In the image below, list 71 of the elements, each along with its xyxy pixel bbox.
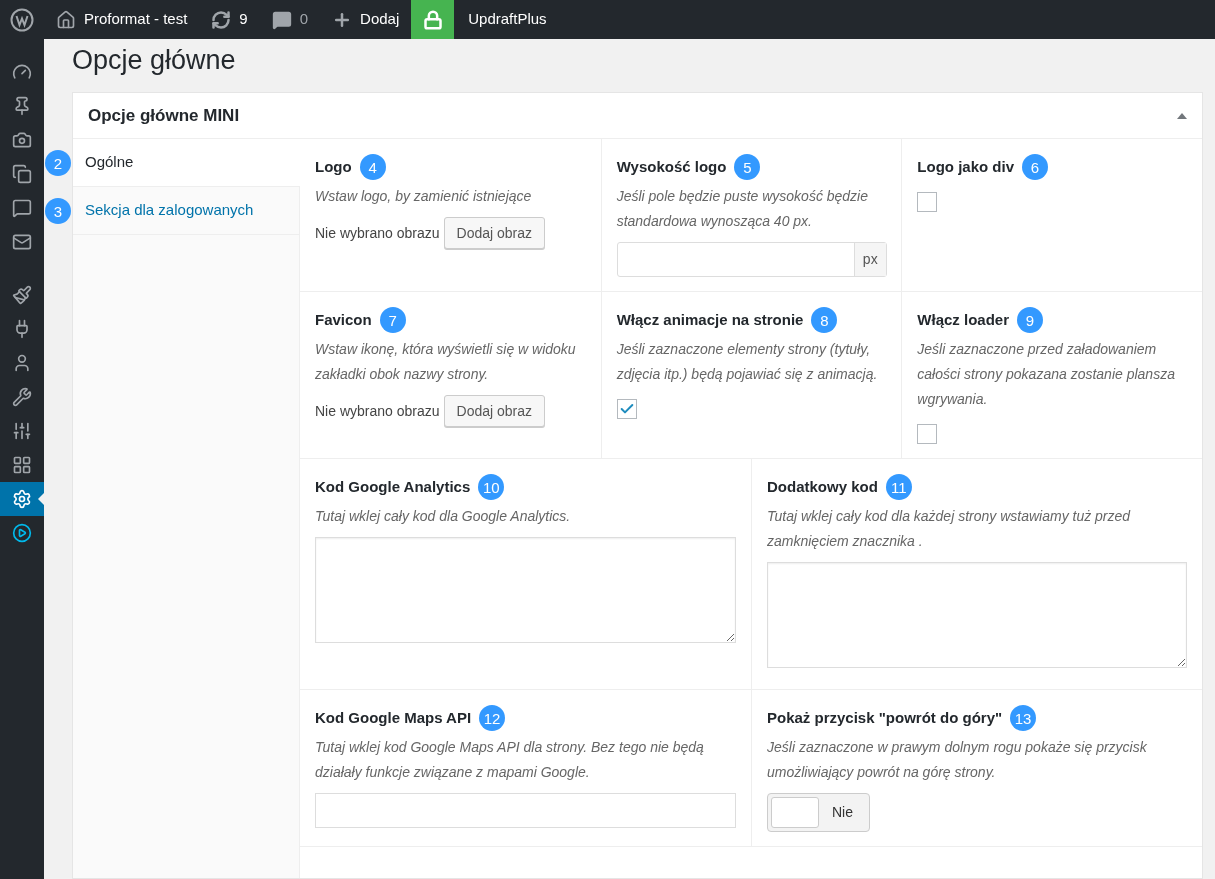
wordpress-logo-icon[interactable] bbox=[10, 7, 34, 32]
field-description: Tutaj wklej cały kod dla każdej strony wstawiamy tuż przed zamknięciem znacznika . bbox=[767, 507, 1132, 551]
field-label: Logo jako div bbox=[917, 156, 1014, 177]
plugin-link[interactable]: UpdraftPlus bbox=[454, 8, 561, 31]
camera-icon bbox=[12, 130, 32, 150]
upload-status: Nie wybrano obrazu bbox=[315, 223, 440, 243]
field-description: Wstaw logo, by zamienić istniejące bbox=[315, 187, 533, 206]
lock-button[interactable] bbox=[411, 0, 455, 39]
field-description: Wstaw ikonę, która wyświetli się w widoku zakładki obok nazwy strony. bbox=[315, 340, 577, 384]
number-badge: 3 bbox=[45, 198, 71, 224]
number-badge: 6 bbox=[1022, 154, 1048, 180]
pages-icon bbox=[12, 164, 32, 184]
home-icon bbox=[56, 9, 76, 30]
number-badge: 12 bbox=[479, 705, 506, 731]
new-link[interactable]: Dodaj bbox=[360, 8, 400, 31]
add-image-button[interactable]: Dodaj obraz bbox=[443, 395, 545, 427]
number-badge: 8 bbox=[811, 307, 838, 333]
updates-icon bbox=[211, 9, 232, 30]
number-badge: 9 bbox=[1017, 307, 1044, 333]
comments-count[interactable]: 0 bbox=[299, 8, 309, 31]
comment-icon bbox=[12, 198, 32, 218]
number-badge: 7 bbox=[379, 307, 406, 333]
add-image-button[interactable]: Dodaj obraz bbox=[443, 217, 545, 249]
field-description: Jeśli pole będzie puste wysokość będzie standardowa wynosząca 40 px. bbox=[616, 187, 870, 231]
number-badge: 5 bbox=[734, 154, 761, 180]
field-label: Wysokość logo bbox=[616, 156, 727, 177]
sliders-icon bbox=[12, 421, 32, 441]
comment-icon bbox=[271, 9, 292, 30]
field-description: Jeśli zaznaczone elementy strony (tytuły, zdjęcia itp.) będą pojawiać się z animacją. bbox=[616, 340, 879, 384]
checkbox[interactable] bbox=[917, 192, 938, 212]
number-badge: 4 bbox=[359, 154, 386, 180]
number-badge: 11 bbox=[885, 474, 912, 500]
unit-label: px bbox=[853, 243, 886, 276]
field-label: Favicon bbox=[315, 309, 372, 330]
field-description: Tutaj wklej kod Google Maps API dla strony. Bez tego nie będą działały funkcje związane z mapami Google. bbox=[315, 738, 705, 782]
api-key-field[interactable] bbox=[315, 793, 736, 828]
field-label: Włącz loader bbox=[917, 309, 1010, 330]
updates-count[interactable]: 9 bbox=[239, 8, 248, 31]
gauge-icon bbox=[12, 62, 32, 82]
height-input-field[interactable]: px bbox=[616, 242, 887, 277]
field-label: Pokaż przycisk "powrót do góry" bbox=[767, 707, 1003, 728]
envelope-icon bbox=[12, 232, 32, 252]
field-label: Kod Google Maps API bbox=[315, 707, 472, 728]
panel-title: Opcje główne MINI bbox=[88, 104, 240, 127]
field-description: Jeśli zaznaczone przed załadowaniem całości strony pokazana zostanie plansza wgrywania. bbox=[917, 340, 1176, 409]
field-description: Tutaj wklej cały kod dla Google Analytics. bbox=[315, 507, 572, 526]
field-label: Dodatkowy kod bbox=[767, 476, 878, 497]
lock-icon bbox=[422, 9, 443, 30]
number-badge: 10 bbox=[478, 474, 505, 500]
field-description: Jeśli zaznaczone w prawym dolnym rogu pokaże się przycisk umożliwiający powrót na górę strony. bbox=[767, 738, 1148, 782]
number-badge: 2 bbox=[45, 150, 71, 176]
brush-icon bbox=[12, 285, 32, 305]
collapse-arrow-icon[interactable] bbox=[1177, 112, 1187, 119]
active-notch bbox=[38, 493, 44, 505]
toggle-label: Nie bbox=[831, 803, 854, 822]
checkbox[interactable] bbox=[616, 399, 637, 419]
pin-icon bbox=[12, 96, 32, 116]
toggle-switch[interactable]: Nie bbox=[767, 793, 870, 832]
play-icon bbox=[12, 523, 32, 543]
number-badge: 13 bbox=[1010, 705, 1037, 731]
site-link[interactable]: Proformat - test bbox=[84, 8, 188, 31]
wrench-icon bbox=[12, 387, 32, 407]
field-label: Włącz animacje na stronie bbox=[616, 309, 804, 330]
upload-status: Nie wybrano obrazu bbox=[315, 401, 440, 421]
field-label: Logo bbox=[315, 156, 352, 177]
user-icon bbox=[12, 353, 32, 373]
field-label: Kod Google Analytics bbox=[315, 476, 471, 497]
page-title: Opcje główne bbox=[72, 44, 237, 77]
checkbox[interactable] bbox=[917, 424, 938, 444]
settings-icon bbox=[12, 489, 32, 509]
sidebar-item[interactable] bbox=[0, 482, 44, 516]
